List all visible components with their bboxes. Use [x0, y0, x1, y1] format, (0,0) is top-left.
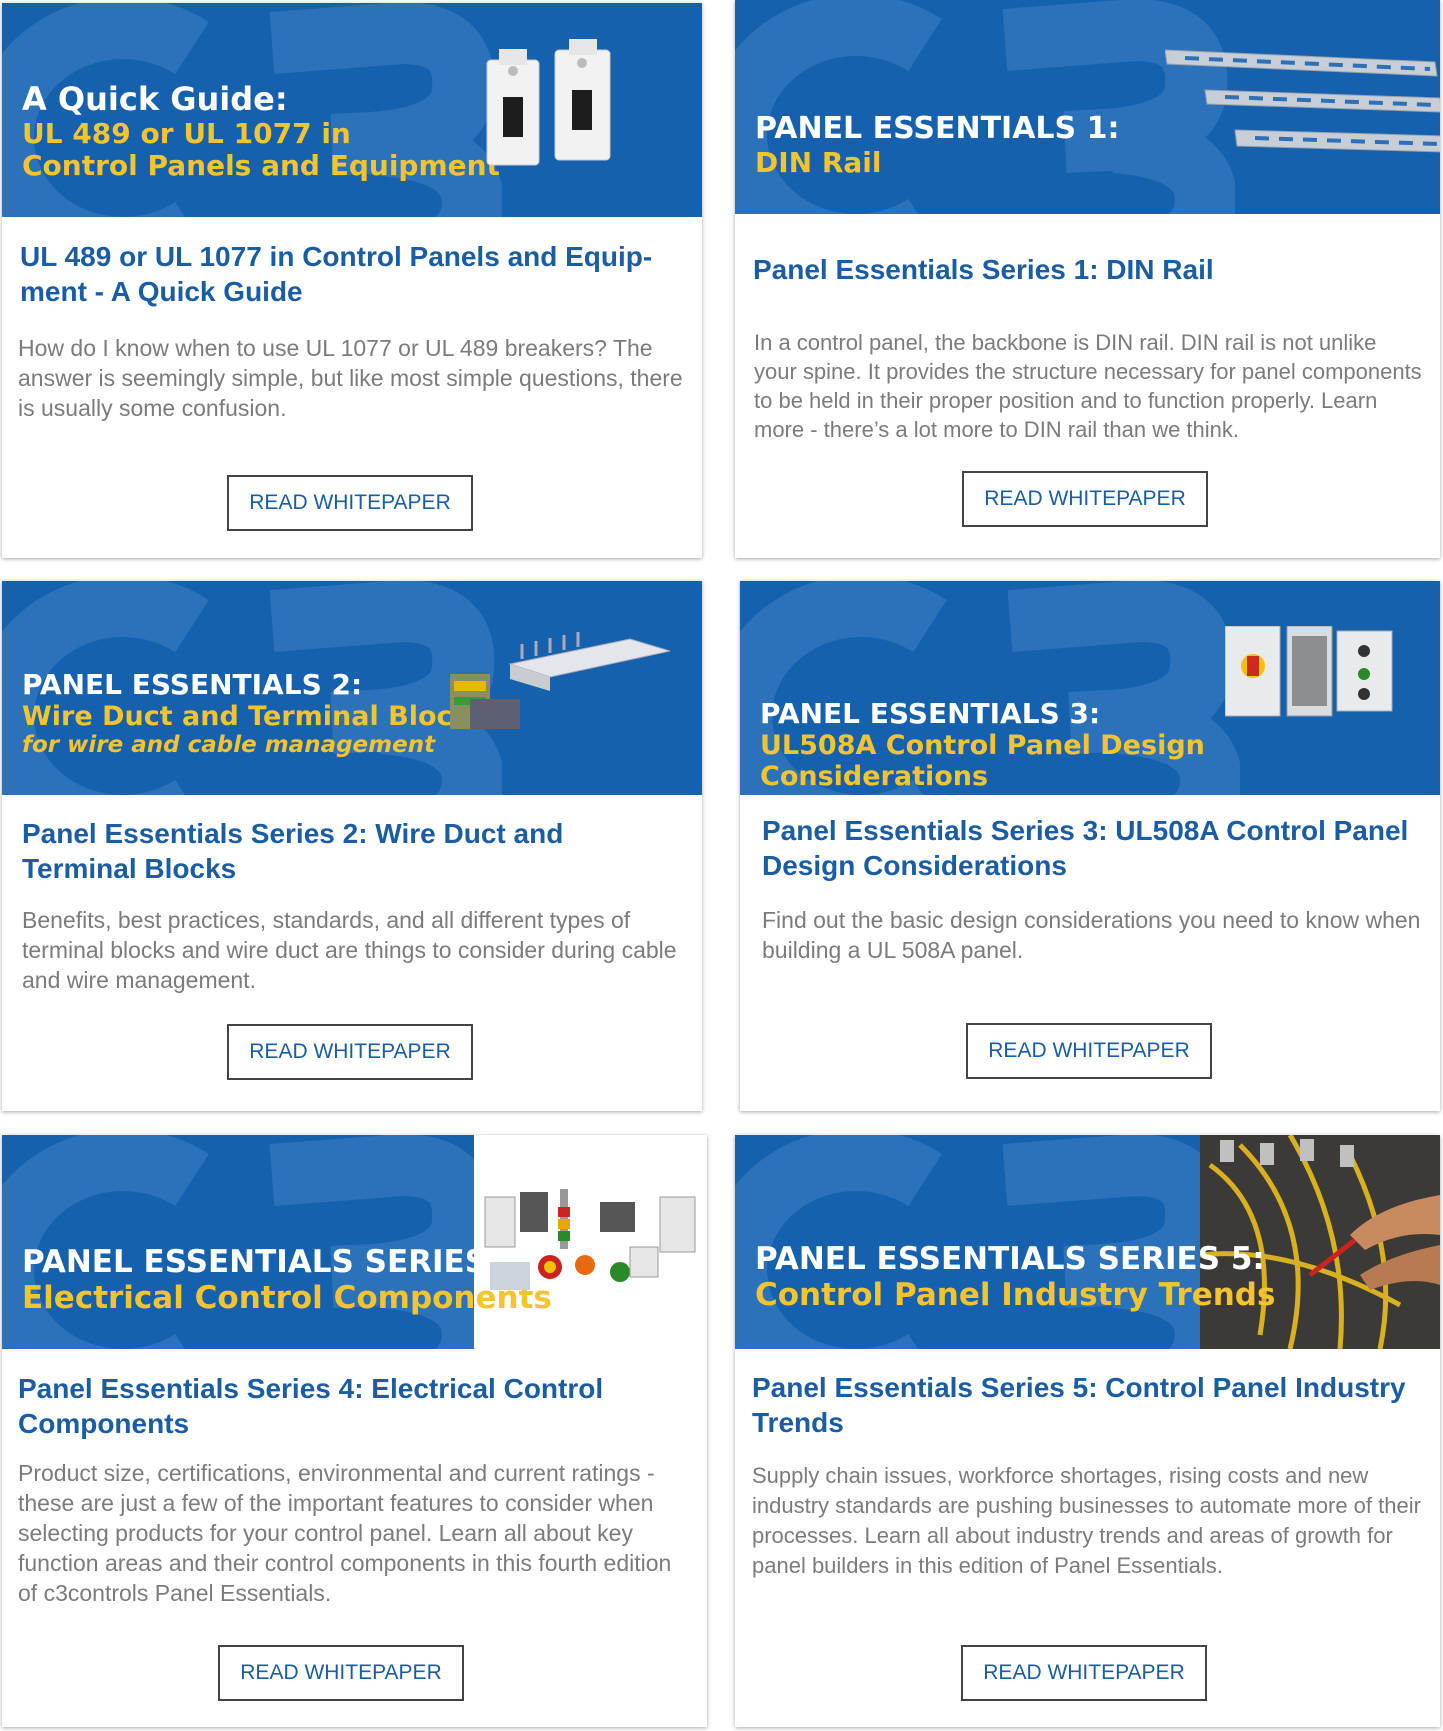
banner-line-2: DIN Rail: [755, 145, 882, 179]
read-whitepaper-button[interactable]: READ WHITEPAPER: [227, 1024, 473, 1080]
card-banner[interactable]: PANEL ESSENTIALS 1: DIN Rail: [735, 0, 1440, 214]
banner-text: PANEL ESSENTIALS SERIES 5: Control Panel…: [755, 1241, 1276, 1313]
card-banner[interactable]: A Quick Guide: UL 489 or UL 1077 in Cont…: [2, 3, 702, 217]
banner-line-2: UL508A Control Panel Design Consideratio…: [760, 730, 1205, 793]
card-description: How do I know when to use UL 1077 or UL …: [18, 335, 683, 421]
card-banner[interactable]: PANEL ESSENTIALS SERIES 4: Electrical Co…: [2, 1135, 707, 1349]
banner-line-1: PANEL ESSENTIALS 2:: [22, 668, 363, 701]
whitepaper-card-3: PANEL ESSENTIALS 2: Wire Duct and Termin…: [2, 581, 702, 1111]
card-description: Benefits, best practices, standards, and…: [22, 907, 677, 993]
banner-text: PANEL ESSENTIALS SERIES 4: Electrical Co…: [22, 1244, 552, 1316]
banner-text: PANEL ESSENTIALS 2: Wire Duct and Termin…: [22, 668, 487, 759]
card-banner[interactable]: PANEL ESSENTIALS 2: Wire Duct and Termin…: [2, 581, 702, 795]
whitepaper-card-1: A Quick Guide: UL 489 or UL 1077 in Cont…: [2, 3, 702, 558]
c3-watermark-icon: [2, 1135, 502, 1349]
card-banner[interactable]: PANEL ESSENTIALS 3: UL508A Control Panel…: [740, 581, 1440, 795]
card-title[interactable]: Panel Essentials Series 1: DIN Rail: [753, 252, 1410, 287]
banner-line-2: Control Panel Industry Trends: [755, 1276, 1276, 1313]
read-whitepaper-button[interactable]: READ WHITEPAPER: [961, 1645, 1207, 1701]
control-components-icon: [484, 1189, 696, 1290]
card-description: Supply chain issues, workforce shortages…: [752, 1463, 1421, 1578]
enclosure-icon: [1225, 626, 1393, 717]
read-whitepaper-button[interactable]: READ WHITEPAPER: [966, 1023, 1212, 1079]
banner-text: A Quick Guide: UL 489 or UL 1077 in Cont…: [22, 81, 500, 182]
card-title[interactable]: Panel Essentials Series 2: Wire Duct and…: [22, 816, 672, 886]
circuit-breaker-icon: [486, 39, 611, 166]
card-banner[interactable]: PANEL ESSENTIALS SERIES 5: Control Panel…: [735, 1135, 1440, 1349]
card-title[interactable]: Panel Essentials Series 5: Control Panel…: [752, 1370, 1410, 1440]
read-whitepaper-button[interactable]: READ WHITEPAPER: [227, 475, 473, 531]
whitepaper-card-4: PANEL ESSENTIALS 3: UL508A Control Panel…: [740, 581, 1440, 1111]
banner-line-2: Wire Duct and Terminal Blocks: [22, 701, 487, 733]
card-title[interactable]: Panel Essentials Series 3: UL508A Contro…: [762, 813, 1410, 883]
wire-duct-icon: [450, 632, 671, 729]
banner-line-1: PANEL ESSENTIALS SERIES 4:: [22, 1244, 532, 1280]
banner-line-3: Control Panels and Equipment: [22, 148, 500, 182]
card-title[interactable]: Panel Essentials Series 4: Electrical Co…: [18, 1371, 677, 1441]
read-whitepaper-button[interactable]: READ WHITEPAPER: [218, 1645, 464, 1701]
whitepaper-card-6: PANEL ESSENTIALS SERIES 5: Control Panel…: [735, 1135, 1440, 1727]
banner-line-1: A Quick Guide:: [22, 80, 288, 118]
card-description: Product size, certifications, environmen…: [18, 1460, 672, 1606]
c3-watermark-icon: [735, 0, 1235, 214]
din-rail-icon: [1165, 49, 1440, 153]
banner-line-3: for wire and cable management: [22, 732, 436, 759]
banner-line-2: Electrical Control Components: [22, 1279, 552, 1316]
card-description: In a control panel, the backbone is DIN …: [754, 330, 1422, 442]
card-title[interactable]: UL 489 or UL 1077 in Control Panels and …: [20, 239, 672, 309]
banner-line-2: UL 489 or UL 1077 in: [22, 116, 351, 150]
whitepaper-card-5: PANEL ESSENTIALS SERIES 4: Electrical Co…: [2, 1135, 707, 1727]
banner-text: PANEL ESSENTIALS 1: DIN Rail: [755, 111, 1120, 179]
banner-line-1: PANEL ESSENTIALS 1:: [755, 111, 1120, 146]
read-whitepaper-button[interactable]: READ WHITEPAPER: [962, 471, 1208, 527]
card-description: Find out the basic design considerations…: [762, 907, 1421, 963]
banner-line-1: PANEL ESSENTIALS SERIES 5:: [755, 1241, 1265, 1277]
whitepaper-card-2: PANEL ESSENTIALS 1: DIN Rail Panel Essen…: [735, 0, 1440, 558]
